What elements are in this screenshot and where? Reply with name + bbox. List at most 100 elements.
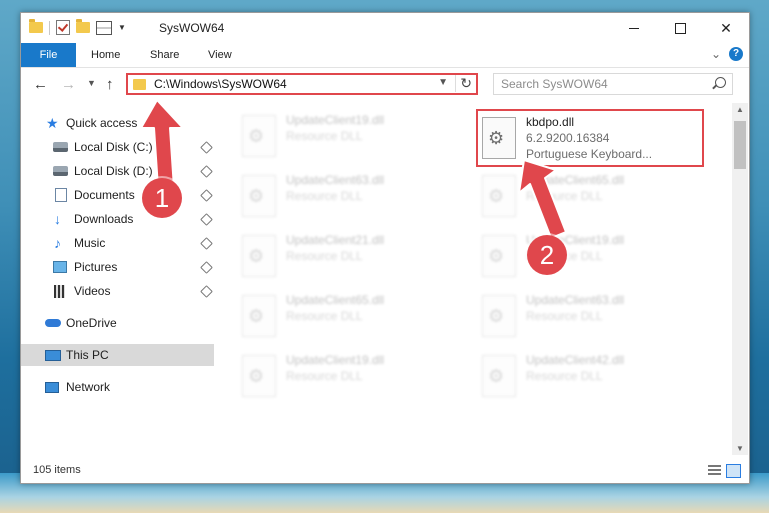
tiles-view-icon[interactable] xyxy=(726,464,741,478)
pin-icon[interactable] xyxy=(200,236,213,250)
pin-icon[interactable] xyxy=(200,284,213,298)
up-arrow-icon[interactable]: ↑ xyxy=(106,76,114,93)
dll-file-icon xyxy=(482,117,516,159)
scrollbar-thumb[interactable] xyxy=(734,121,746,169)
download-icon: ↓ xyxy=(54,210,61,227)
file-item[interactable]: UpdateClient65.dll Resource DLL xyxy=(476,171,696,223)
dll-file-icon xyxy=(482,295,516,337)
disk-icon xyxy=(53,166,68,176)
sidebar-item-network[interactable]: Network xyxy=(21,376,214,398)
recent-locations-chevron-icon[interactable]: ▼ xyxy=(87,78,96,88)
file-name: UpdateClient21.dll xyxy=(286,233,385,247)
help-icon[interactable]: ? xyxy=(729,47,743,61)
tab-share[interactable]: Share xyxy=(150,43,179,67)
network-icon xyxy=(45,381,59,393)
forward-arrow-icon[interactable]: → xyxy=(61,76,76,93)
sidebar-item-label: OneDrive xyxy=(66,316,117,330)
scroll-down-icon[interactable]: ▼ xyxy=(736,444,744,453)
toolbar-divider xyxy=(49,20,50,35)
minimize-button[interactable] xyxy=(611,13,657,43)
file-item[interactable]: UpdateClient63.dll Resource DLL xyxy=(476,291,696,343)
status-bar: 105 items xyxy=(21,459,749,483)
expand-ribbon-chevron-icon[interactable]: ⌄ xyxy=(711,47,721,61)
maximize-button[interactable] xyxy=(657,13,703,43)
onedrive-icon xyxy=(45,319,61,327)
dll-file-icon xyxy=(242,175,276,217)
sidebar-item-this-pc[interactable]: This PC xyxy=(21,344,214,366)
star-icon: ★ xyxy=(46,114,59,131)
address-bar[interactable]: C:\Windows\SysWOW64 ▼ ↻ xyxy=(126,73,478,95)
sidebar-item-local-disk-d[interactable]: Local Disk (D:) xyxy=(21,160,214,182)
sidebar-item-label: Videos xyxy=(74,284,111,298)
sidebar-item-label: Downloads xyxy=(74,212,134,226)
sidebar-item-label: Music xyxy=(74,236,106,250)
dll-file-icon xyxy=(482,235,516,277)
scroll-up-icon[interactable]: ▲ xyxy=(736,105,744,114)
file-item-kbdpo[interactable]: kbdpo.dll 6.2.9200.16384 Portuguese Keyb… xyxy=(476,109,704,167)
close-icon: ✕ xyxy=(720,19,732,36)
file-item[interactable]: UpdateClient63.dll Resource DLL xyxy=(236,171,456,223)
sidebar-item-pictures[interactable]: Pictures xyxy=(21,256,214,278)
file-name: UpdateClient65.dll xyxy=(286,293,385,307)
close-button[interactable]: ✕ xyxy=(703,13,749,43)
vertical-scrollbar[interactable]: ▲ ▼ xyxy=(732,103,748,455)
file-type: Resource DLL xyxy=(286,129,363,143)
search-icon[interactable] xyxy=(715,77,726,88)
file-item[interactable]: UpdateClient19.dll Resource DLL xyxy=(236,351,456,403)
pin-icon[interactable] xyxy=(200,212,213,226)
pin-icon[interactable] xyxy=(200,188,213,202)
customize-toolbar-chevron-icon[interactable]: ▼ xyxy=(118,23,126,32)
file-type: Resource DLL xyxy=(286,249,363,263)
sidebar-item-downloads[interactable]: ↓ Downloads xyxy=(21,208,214,230)
search-box[interactable]: Search SysWOW64 xyxy=(493,73,733,95)
quick-access-toolbar: ▼ xyxy=(29,19,126,35)
file-name: UpdateClient19.dll xyxy=(286,353,385,367)
address-dropdown-chevron-icon[interactable]: ▼ xyxy=(438,77,448,88)
file-name: UpdateClient63.dll xyxy=(526,293,625,307)
file-item[interactable]: UpdateClient19.dll Resource DLL xyxy=(476,231,696,283)
navigation-bar: ← → ▼ ↑ C:\Windows\SysWOW64 ▼ ↻ Search S… xyxy=(21,68,749,102)
pin-icon[interactable] xyxy=(200,164,213,178)
pictures-icon xyxy=(53,261,67,273)
videos-icon xyxy=(54,284,65,298)
navigation-pane: ★ Quick access Local Disk (C:) Local Dis… xyxy=(21,103,216,453)
tab-view[interactable]: View xyxy=(208,43,232,67)
sidebar-item-documents[interactable]: Documents xyxy=(21,184,214,206)
tab-home[interactable]: Home xyxy=(91,43,120,67)
properties-check-icon[interactable] xyxy=(56,20,70,35)
tab-file[interactable]: File xyxy=(21,43,76,67)
file-name: UpdateClient19.dll xyxy=(286,113,385,127)
ribbon-tabs: File Home Share View ⌄ ? xyxy=(21,43,749,68)
search-input[interactable]: Search SysWOW64 xyxy=(501,77,608,91)
sidebar-item-local-disk-c[interactable]: Local Disk (C:) xyxy=(21,136,214,158)
file-item[interactable]: UpdateClient65.dll Resource DLL xyxy=(236,291,456,343)
sidebar-item-onedrive[interactable]: OneDrive xyxy=(21,312,214,334)
documents-icon xyxy=(55,188,67,202)
file-name: UpdateClient42.dll xyxy=(526,353,625,367)
sidebar-item-label: Documents xyxy=(74,188,135,202)
back-arrow-icon[interactable]: ← xyxy=(33,76,48,93)
file-item[interactable]: UpdateClient21.dll Resource DLL xyxy=(236,231,456,283)
file-type: Resource DLL xyxy=(526,189,603,203)
dll-file-icon xyxy=(482,355,516,397)
sidebar-item-label: Pictures xyxy=(74,260,118,274)
file-type: Resource DLL xyxy=(286,189,363,203)
dll-file-icon xyxy=(242,355,276,397)
file-type: Resource DLL xyxy=(526,369,603,383)
refresh-icon[interactable]: ↻ xyxy=(455,75,472,92)
file-item[interactable]: UpdateClient42.dll Resource DLL xyxy=(476,351,696,403)
pin-icon[interactable] xyxy=(200,260,213,274)
sidebar-item-videos[interactable]: Videos xyxy=(21,280,214,302)
sidebar-item-music[interactable]: ♪ Music xyxy=(21,232,214,254)
pin-icon[interactable] xyxy=(200,140,213,154)
sidebar-item-quick-access[interactable]: ★ Quick access xyxy=(21,112,214,134)
file-version: 6.2.9200.16384 xyxy=(526,131,610,145)
address-path[interactable]: C:\Windows\SysWOW64 xyxy=(154,77,287,91)
details-view-icon[interactable] xyxy=(708,465,721,476)
new-folder-icon[interactable] xyxy=(76,19,90,33)
step-1-badge: 1 xyxy=(142,178,182,218)
file-item[interactable]: UpdateClient19.dll Resource DLL xyxy=(236,111,456,163)
view-properties-icon[interactable] xyxy=(96,20,112,35)
file-type: Resource DLL xyxy=(286,369,363,383)
dll-file-icon xyxy=(242,235,276,277)
